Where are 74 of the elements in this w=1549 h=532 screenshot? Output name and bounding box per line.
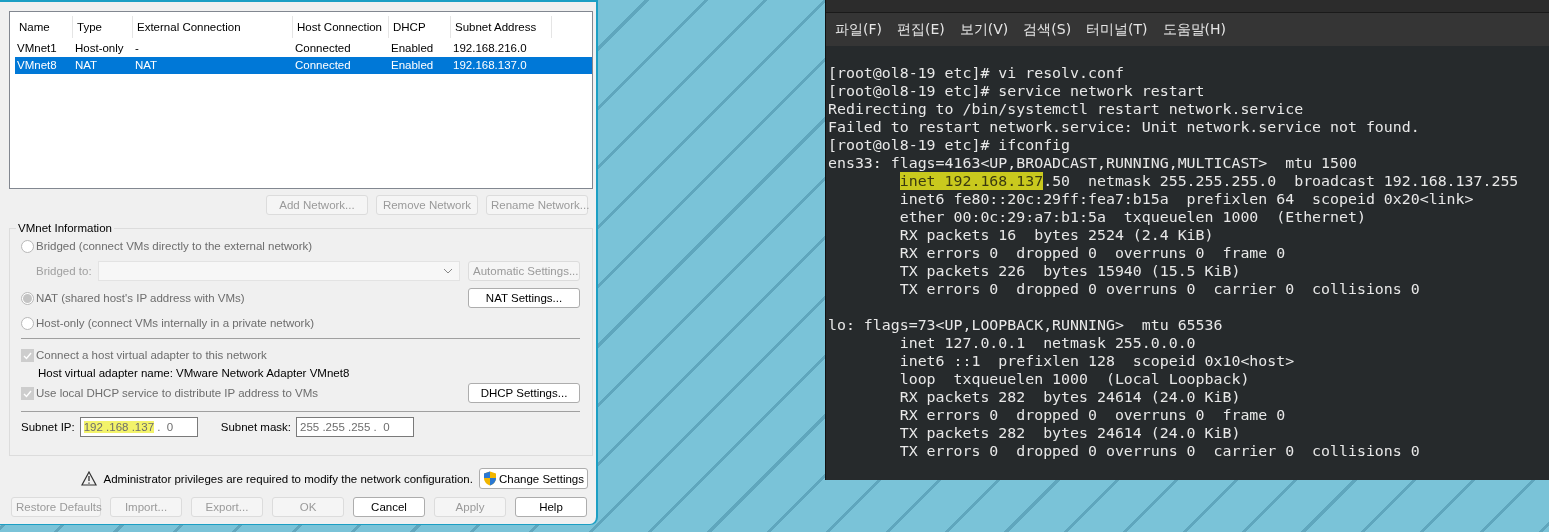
terminal-line: inet 192.168.137.50 netmask 255.255.255.0 broadcast 192.168.137.255 [898, 172, 1520, 190]
group-title: VMnet Information [17, 222, 113, 234]
ip-field[interactable]: 192 .168 .137 . 0 [79, 417, 198, 437]
table-row[interactable]: VMnet1 Host-only - Connected Enabled 192.168.216.0 [15, 40, 592, 57]
dropdown[interactable] [97, 261, 460, 281]
table-cell-text: VMnet1 [16, 41, 58, 56]
column-header[interactable]: Subnet Address [451, 16, 552, 38]
change-settings-button[interactable]: Change Settings [478, 468, 588, 489]
terminal-line: TX packets 226 bytes 15940 (15.5 KiB) [898, 262, 1242, 280]
terminal-line: lo: flags=73<UP,LOOPBACK,RUNNING> mtu 65536 [828, 316, 1224, 334]
radio-button[interactable] [21, 239, 34, 253]
table-cell-text: Connected [294, 41, 352, 56]
table-cell-text: NAT [74, 58, 99, 73]
table-cell-text: 192.168.137.0 [452, 58, 528, 73]
notice-text: Administrator privileges are required to modify the network configuration. [103, 472, 473, 485]
terminal-line: Redirecting to /bin/systemctl restart network.service [828, 100, 1305, 118]
radio-button[interactable] [21, 316, 34, 330]
terminal-line: inet6 fe80::20c:29ff:fea7:b15a prefixlen 64 scopeid 0x20<link> [898, 190, 1475, 208]
terminal-line: ether 00:0c:29:a7:b1:5a txqueuelen 1000 (Ethernet) [898, 208, 1367, 226]
button[interactable]: NAT Settings... [468, 288, 580, 308]
button[interactable]: DHCP Settings... [468, 383, 580, 403]
column-header[interactable]: DHCP [389, 16, 451, 38]
radio-button[interactable] [21, 291, 34, 305]
terminal-line: loop txqueuelen 1000 (Local Loopback) [898, 370, 1251, 388]
radio-label: Bridged (connect VMs directly to the external network) [36, 240, 313, 252]
table-cell-text: Enabled [390, 41, 435, 56]
menu-item[interactable]: 파일(F) [835, 20, 882, 39]
ip-field[interactable]: 255 .255 .255 . 0 [296, 417, 415, 437]
table-cell-text: Connected [294, 58, 352, 73]
table-cell-text: Host-only [74, 41, 125, 56]
table-cell-text: Enabled [390, 58, 435, 73]
field-label: Bridged to: [36, 265, 92, 277]
shield-icon [482, 471, 497, 486]
terminal-line: [root@ol8-19 etc]# vi resolv.conf [828, 64, 1125, 82]
terminal-line: [root@ol8-19 etc]# ifconfig [828, 136, 1072, 154]
table-cell-text: NAT [134, 58, 159, 73]
table-cell-text: - [134, 41, 140, 56]
terminal-line: TX errors 0 dropped 0 overruns 0 carrier 0 collisions 0 [898, 442, 1421, 460]
menu-item[interactable]: 편집(E) [897, 20, 945, 39]
terminal-line: TX packets 282 bytes 24614 (24.0 KiB) [898, 424, 1242, 442]
button[interactable]: Help [515, 497, 587, 517]
terminal-line: RX packets 16 bytes 2524 (2.4 KiB) [898, 226, 1215, 244]
field-label: Subnet IP: [21, 421, 75, 433]
menu-item[interactable]: 보기(V) [959, 20, 1009, 39]
checkbox[interactable] [21, 386, 34, 400]
terminal-line: ens33: flags=4163<UP,BROADCAST,RUNNING,MULTICAST> mtu 1500 [828, 154, 1358, 172]
checkbox-label: Use local DHCP service to distribute IP address to VMs [36, 387, 319, 399]
table-row[interactable]: VMnet8 NAT NAT Connected Enabled 192.168.137.0 [15, 57, 592, 74]
column-header[interactable]: Host Connection [293, 16, 389, 38]
table-cell-text: 192.168.216.0 [452, 41, 528, 56]
terminal-line: inet 127.0.0.1 netmask 255.0.0.0 [898, 334, 1197, 352]
column-header[interactable]: External Connection [133, 16, 293, 38]
button[interactable]: Cancel [353, 497, 425, 517]
menu-item[interactable]: 터미널(T) [1086, 20, 1148, 39]
column-header[interactable]: Name [15, 16, 73, 38]
checkbox-label: Connect a host virtual adapter to this network [36, 349, 267, 361]
terminal-line: Failed to restart network.service: Unit network.service not found. [828, 118, 1421, 136]
terminal-line: RX packets 282 bytes 24614 (24.0 KiB) [898, 388, 1242, 406]
field-label: Subnet mask: [220, 421, 292, 433]
terminal-line: inet6 ::1 prefixlen 128 scopeid 0x10<host> [898, 352, 1296, 370]
warning-icon [81, 471, 98, 486]
terminal-line: RX errors 0 dropped 0 overruns 0 frame 0 [898, 406, 1287, 424]
adapter-name-text: Host virtual adapter name: VMware Network Adapter VMnet8 [38, 367, 350, 379]
menu-item[interactable]: 도움말(H) [1162, 20, 1227, 39]
terminal-line: RX errors 0 dropped 0 overruns 0 frame 0 [898, 244, 1287, 262]
terminal-line: [root@ol8-19 etc]# service network restart [828, 82, 1206, 100]
chevron-down-icon [442, 268, 453, 274]
radio-label: NAT (shared host's IP address with VMs) [36, 292, 245, 304]
menu-item[interactable]: 검색(S) [1023, 20, 1072, 39]
radio-label: Host-only (connect VMs internally in a private network) [36, 317, 315, 329]
terminal-line: TX errors 0 dropped 0 overruns 0 carrier 0 collisions 0 [898, 280, 1421, 298]
checkbox[interactable] [21, 348, 34, 362]
column-header[interactable]: Type [73, 16, 133, 38]
table-cell-text: VMnet8 [16, 58, 58, 73]
